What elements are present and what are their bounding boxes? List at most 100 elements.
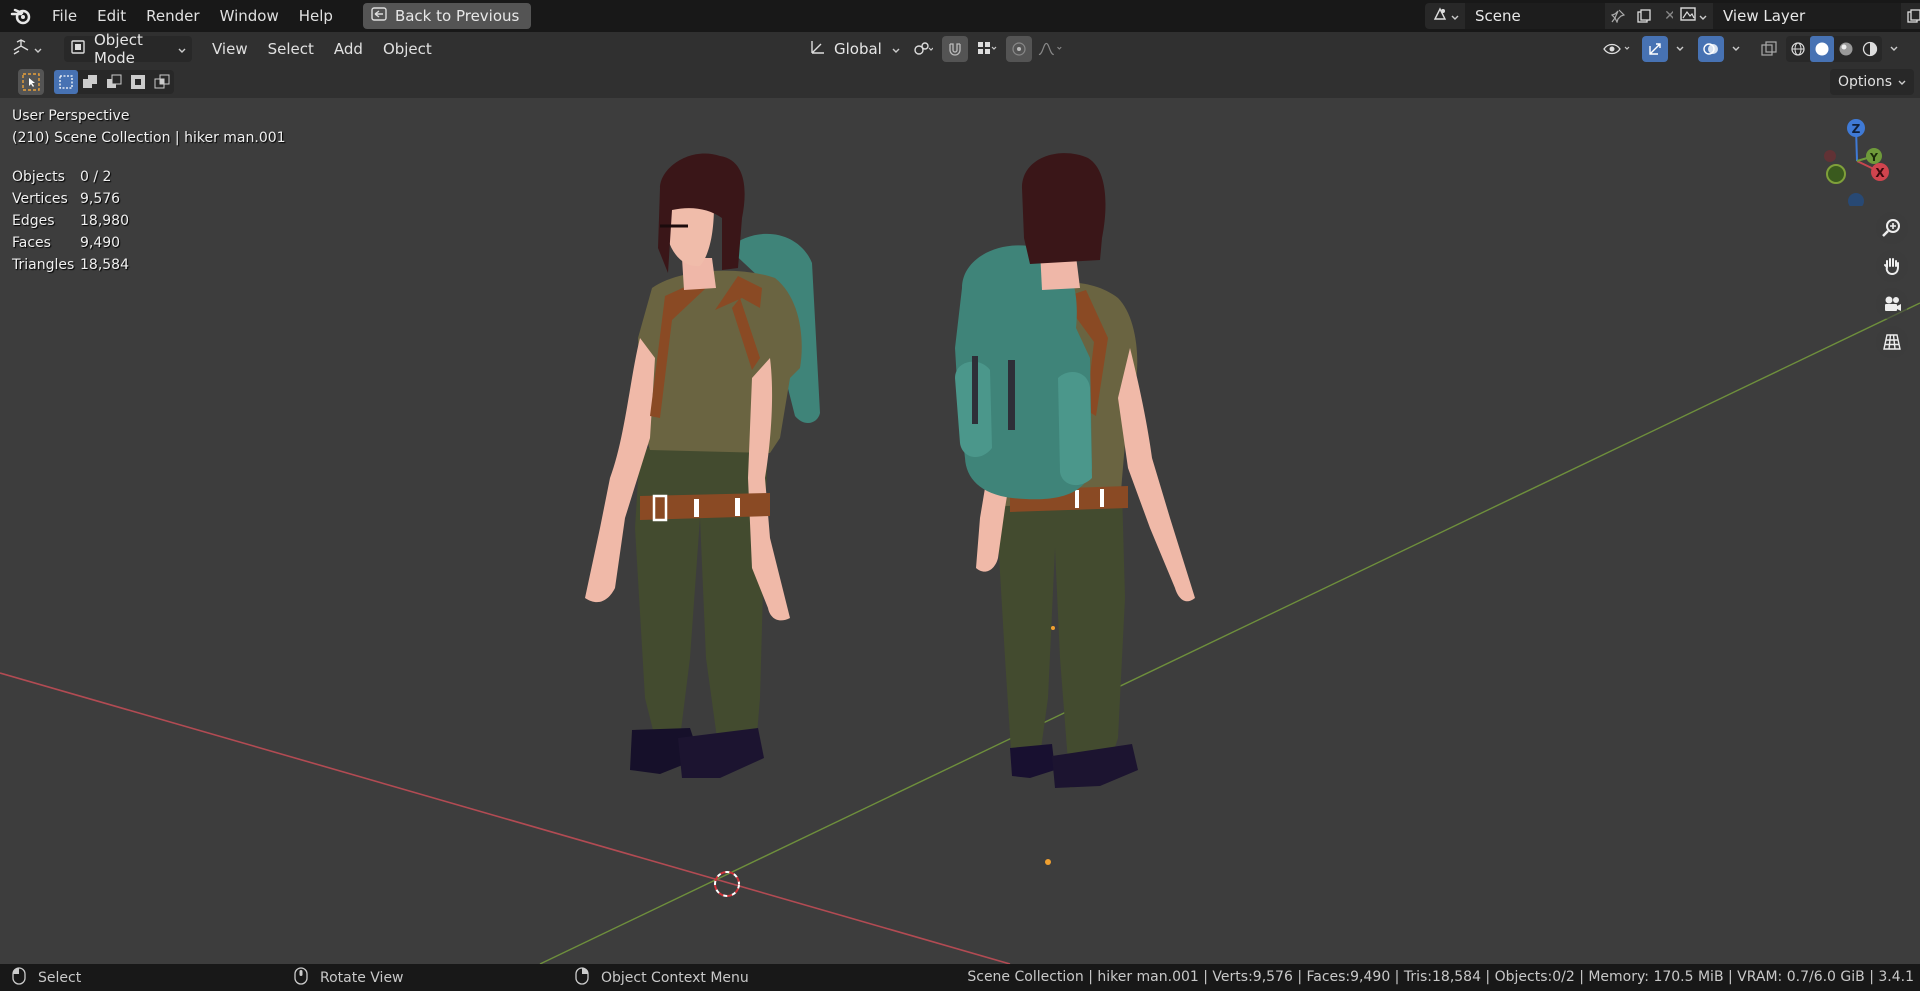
stat-row: Objects 0 / 2: [12, 169, 112, 185]
pan-hand-icon[interactable]: [1876, 250, 1908, 282]
shading-mode-group: [1786, 36, 1882, 62]
chevron-down-icon: [1699, 7, 1707, 25]
mode-label: Object Mode: [94, 31, 143, 67]
view-layer-selector: View Layer ✕: [1673, 3, 1920, 29]
viewport-header: Object Mode View Select Add Object Globa…: [0, 31, 1920, 67]
mouse-left-icon: [12, 966, 26, 989]
view3d-icon: [12, 38, 30, 60]
proportional-edit-icon[interactable]: [1006, 36, 1032, 62]
menu-object[interactable]: Object: [373, 40, 442, 58]
gizmo-z-label: Z: [1852, 122, 1861, 136]
mouse-right-icon: [575, 966, 589, 989]
scene-icon: [1432, 6, 1448, 26]
chevron-down-icon[interactable]: [1886, 36, 1902, 62]
options-label: Options: [1837, 74, 1892, 90]
3d-cursor: [714, 871, 740, 897]
camera-view-icon[interactable]: [1876, 288, 1908, 320]
pivot-point-icon[interactable]: [910, 36, 936, 62]
view-layer-browse-button[interactable]: [1673, 3, 1713, 29]
chevron-down-icon: [34, 40, 42, 58]
x-axis-line: [0, 672, 1011, 964]
scene-selector: Scene ✕: [1425, 3, 1683, 29]
tool-settings-bar: Options: [0, 66, 1920, 98]
overlays-icon[interactable]: [1698, 36, 1724, 62]
collection-info-label: (210) Scene Collection | hiker man.001: [12, 130, 286, 146]
gizmo-toggle-icon[interactable]: [1642, 36, 1668, 62]
hiker-model-back: [955, 153, 1195, 788]
status-select-label: Select: [38, 969, 82, 986]
view-layer-name-field[interactable]: View Layer: [1713, 3, 1901, 29]
menu-select[interactable]: Select: [258, 40, 324, 58]
3d-viewport[interactable]: User Perspective (210) Scene Collection …: [0, 98, 1920, 964]
object-origin: [1051, 626, 1055, 630]
chevron-down-icon: [1898, 74, 1906, 90]
rendered-shading-icon[interactable]: [1858, 36, 1882, 62]
scene-statistics: Objects 0 / 2 Vertices 9,576 Edges 18,980 F…: [12, 166, 129, 276]
new-view-layer-icon[interactable]: [1901, 3, 1920, 29]
visibility-eye-icon[interactable]: [1598, 36, 1638, 62]
material-shading-icon[interactable]: [1834, 36, 1858, 62]
menu-render[interactable]: Render: [136, 0, 209, 32]
invert-selection-icon[interactable]: [126, 70, 150, 94]
transform-tools: Global: [804, 36, 1064, 62]
transform-orientation-dropdown[interactable]: Global: [804, 36, 904, 62]
status-rotate-hint: Rotate View: [294, 966, 404, 989]
scene-browse-button[interactable]: [1425, 3, 1465, 29]
stat-row: Triangles 18,584: [12, 257, 129, 273]
xray-toggle-icon[interactable]: [1756, 36, 1782, 62]
chevron-down-icon: [892, 40, 900, 58]
status-context-hint: Object Context Menu: [575, 966, 749, 989]
view-perspective-label: User Perspective: [12, 108, 130, 124]
intersect-selection-icon[interactable]: [150, 70, 174, 94]
view-layer-icon: [1679, 6, 1696, 26]
object-origin: [1045, 859, 1051, 865]
solid-shading-icon[interactable]: [1810, 36, 1834, 62]
status-context-label: Object Context Menu: [601, 969, 749, 986]
navigation-gizmo[interactable]: Z Y X: [1808, 106, 1898, 210]
stat-row: Edges 18,980: [12, 213, 129, 229]
status-select-hint: Select: [12, 966, 82, 989]
extend-selection-icon[interactable]: [78, 70, 102, 94]
gizmo-x-label: X: [1875, 166, 1885, 180]
chevron-down-icon: [178, 40, 186, 58]
falloff-curve-icon[interactable]: [1038, 36, 1064, 62]
selection-mode-group: [54, 70, 174, 94]
pin-icon[interactable]: [1605, 3, 1631, 29]
menu-help[interactable]: Help: [289, 0, 343, 32]
status-bar: Select Rotate View Object Context Menu S…: [0, 964, 1920, 991]
new-scene-icon[interactable]: [1631, 3, 1657, 29]
set-new-selection-icon[interactable]: [54, 70, 78, 94]
status-rotate-label: Rotate View: [320, 969, 404, 986]
viewport-display-tools: [1598, 36, 1902, 62]
wireframe-shading-icon[interactable]: [1786, 36, 1810, 62]
orientation-icon: [808, 38, 826, 60]
chevron-down-icon[interactable]: [1672, 36, 1688, 62]
hiker-model-front: [585, 153, 820, 778]
chevron-down-icon: [1451, 7, 1459, 25]
status-scene-info: Scene Collection | hiker man.001 | Verts…: [967, 969, 1914, 985]
menu-file[interactable]: File: [42, 0, 87, 32]
perspective-grid-icon[interactable]: [1876, 326, 1908, 358]
blender-logo-icon[interactable]: [0, 6, 42, 26]
back-to-previous-label: Back to Previous: [394, 7, 520, 25]
menu-view[interactable]: View: [202, 40, 258, 58]
chevron-down-icon[interactable]: [1728, 36, 1744, 62]
menu-add[interactable]: Add: [324, 40, 373, 58]
menu-window[interactable]: Window: [210, 0, 289, 32]
scene-name-field[interactable]: Scene: [1465, 3, 1605, 29]
object-mode-dropdown[interactable]: Object Mode: [64, 31, 192, 67]
orientation-label: Global: [834, 40, 882, 58]
options-dropdown[interactable]: Options: [1829, 69, 1914, 95]
menu-edit[interactable]: Edit: [87, 0, 136, 32]
top-menu-bar: File Edit Render Window Help Back to Pre…: [0, 0, 1920, 32]
stat-row: Vertices 9,576: [12, 191, 121, 207]
subtract-selection-icon[interactable]: [102, 70, 126, 94]
snap-icon[interactable]: [942, 36, 968, 62]
viewport-canvas: [0, 153, 1920, 964]
stat-row: Faces 9,490: [12, 235, 121, 251]
editor-type-button[interactable]: [12, 36, 52, 62]
back-to-previous-button[interactable]: Back to Previous: [362, 3, 532, 29]
select-box-tool-icon[interactable]: [18, 69, 44, 95]
snap-target-icon[interactable]: [974, 36, 1000, 62]
zoom-icon[interactable]: [1876, 212, 1908, 244]
